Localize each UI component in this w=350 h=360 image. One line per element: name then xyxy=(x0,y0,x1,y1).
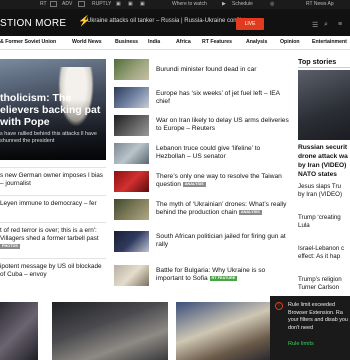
news-thumbnail[interactable] xyxy=(114,199,149,220)
list-item[interactable]: ipotent message by US oil blockade of Cu… xyxy=(0,263,108,279)
feature-badge: RT FEATURE xyxy=(209,275,238,281)
top-story-title[interactable]: by Iran (VIDEO) xyxy=(298,162,350,170)
news-thumbnail[interactable] xyxy=(114,171,149,192)
news-headline[interactable]: South African politician jailed for firi… xyxy=(156,233,290,249)
nav-item-opinion[interactable]: Opinion xyxy=(280,39,300,45)
nav-item-india[interactable]: India xyxy=(148,39,160,45)
analysis-badge: ANALYSIS xyxy=(182,181,206,187)
news-thumbnail[interactable] xyxy=(114,143,149,164)
top-story-item[interactable]: Turner Carlson xyxy=(298,284,350,292)
topbar-item[interactable]: RT xyxy=(40,1,47,7)
news-thumbnail[interactable] xyxy=(114,115,149,136)
top-story-image[interactable] xyxy=(298,70,350,140)
top-story-title[interactable]: NATO states xyxy=(298,171,350,179)
top-story-item[interactable]: Jesus slaps Tru xyxy=(298,183,350,191)
bottom-image[interactable] xyxy=(0,302,38,360)
ruptly-logo-icon[interactable] xyxy=(78,1,85,7)
site-header: STION MORE ⚡ Ukraine attacks oil tanker … xyxy=(0,9,350,36)
nav-item-rt-features[interactable]: RT Features xyxy=(202,39,232,45)
watch-link[interactable]: Where to watch xyxy=(172,1,207,7)
site-title[interactable]: STION MORE xyxy=(0,18,66,29)
app-icon[interactable]: ▣ xyxy=(116,1,121,7)
top-stories-heading: Top stories xyxy=(298,57,337,66)
divider xyxy=(0,222,106,223)
extension-popup: ! Rule limit exceeded Browser Extension.… xyxy=(270,296,350,360)
news-headline[interactable]: Europe has ‘six weeks’ of jet fuel left … xyxy=(156,90,290,106)
news-headline[interactable]: Burundi minister found dead in car xyxy=(156,66,290,74)
bottom-image[interactable] xyxy=(176,302,270,360)
list-item[interactable]: t of red terror is over; this is a ern':… xyxy=(0,227,108,251)
top-utility-bar: RT ADV RUPTLY ▣ ▣ ▣ Where to watch ▶ Sch… xyxy=(0,0,350,9)
nav-item-former-soviet-union[interactable]: & Former Soviet Union xyxy=(0,39,56,45)
breaking-news-link[interactable]: Ukraine attacks oil tanker – Russia | Ru… xyxy=(87,18,246,24)
news-headline[interactable]: The myth of ‘Ukrainian’ drones: What’s r… xyxy=(156,201,290,217)
news-thumbnail[interactable] xyxy=(114,265,149,286)
photos-badge: PHOTOS xyxy=(0,243,20,249)
nav-item-analysis[interactable]: Analysis xyxy=(246,39,267,45)
schedule-link[interactable]: Schedule xyxy=(232,1,253,7)
rule-limits-link[interactable]: Rule limits xyxy=(288,341,314,347)
bottom-image[interactable] xyxy=(52,302,168,360)
alert-icon: ! xyxy=(275,302,283,310)
section-nav: & Former Soviet Union World News Busines… xyxy=(0,36,350,50)
menu-icon[interactable]: ≡ xyxy=(338,21,342,28)
hero-title[interactable]: tholicism: The elievers backing pat with… xyxy=(0,92,104,128)
top-story-item[interactable]: Lula xyxy=(298,222,350,230)
list-item[interactable]: s new German owner imposes l bias – jour… xyxy=(0,172,108,188)
top-story-item[interactable]: effect: As it hap xyxy=(298,253,350,261)
topbar-item[interactable]: ADV xyxy=(62,1,72,7)
top-story-title[interactable]: Russian securit xyxy=(298,144,350,152)
list-item[interactable]: Leyen immune to democracy – fer xyxy=(0,200,108,208)
popup-message: Rule limit exceeded Browser Extension. R… xyxy=(288,302,348,331)
topbar-item[interactable]: RT News Ap xyxy=(306,1,334,7)
hero-subtitle: s have rallied behind this attacks ll ha… xyxy=(0,131,97,144)
topbar-item[interactable]: RUPTLY xyxy=(92,1,111,7)
globe-icon[interactable]: ◎ xyxy=(270,1,274,7)
rss-icon[interactable]: ☰ xyxy=(312,21,318,29)
top-story-item[interactable]: Israel-Lebanon c xyxy=(298,245,350,253)
news-headline[interactable]: Battle for Bulgaria: Why Ukraine is so i… xyxy=(156,267,290,283)
news-headline[interactable]: War on Iran likely to delay US arms deli… xyxy=(156,117,290,133)
top-story-item[interactable]: Trump’s religion xyxy=(298,276,350,284)
divider xyxy=(0,167,106,168)
top-story-item[interactable]: by Iran (VIDEO) xyxy=(298,191,350,199)
nav-item-business[interactable]: Business xyxy=(115,39,138,45)
news-thumbnail[interactable] xyxy=(114,87,149,108)
search-icon[interactable]: ⌕ xyxy=(324,21,328,29)
live-button[interactable]: LIVE xyxy=(236,18,264,30)
analysis-badge: ANALYSIS xyxy=(238,209,262,215)
tv-icon[interactable]: ▶ xyxy=(222,1,226,7)
app-icon[interactable]: ▣ xyxy=(140,1,145,7)
divider xyxy=(0,258,106,259)
nav-item-world-news[interactable]: World News xyxy=(72,39,102,45)
news-thumbnail[interactable] xyxy=(114,231,149,252)
nav-item-africa[interactable]: Africa xyxy=(176,39,191,45)
divider xyxy=(298,67,350,68)
rt-logo-icon[interactable] xyxy=(50,1,57,7)
news-headline[interactable]: There’s only one way to resolve the Taiw… xyxy=(156,173,290,189)
top-story-title[interactable]: drone attack wa xyxy=(298,153,350,161)
top-story-item[interactable]: Trump ‘creating xyxy=(298,214,350,222)
divider xyxy=(0,195,106,196)
nav-item-entertainment[interactable]: Entertainment xyxy=(312,39,347,45)
news-thumbnail[interactable] xyxy=(114,59,149,80)
app-icon[interactable]: ▣ xyxy=(128,1,133,7)
news-headline[interactable]: Lebanon truce could give ‘lifeline’ to H… xyxy=(156,145,290,161)
